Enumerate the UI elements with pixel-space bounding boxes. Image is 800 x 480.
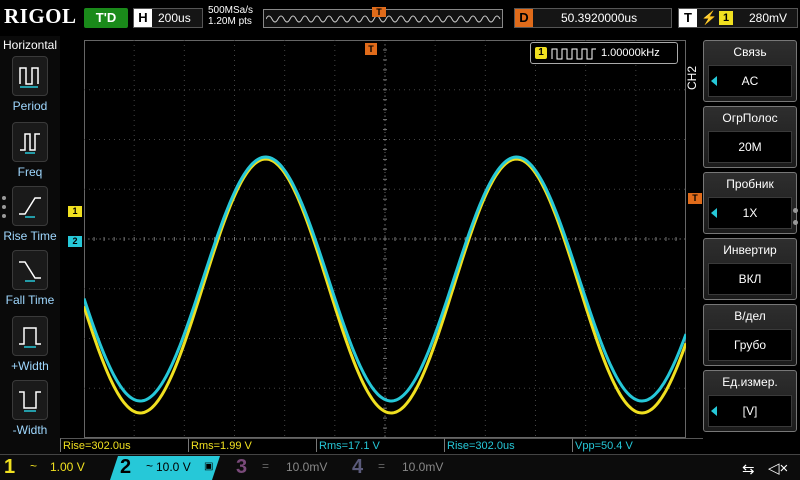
channel-number: 1 (4, 456, 16, 478)
trigger-level-marker[interactable]: T (688, 193, 702, 204)
waveform-display[interactable] (84, 40, 686, 438)
measure-label: -Width (12, 423, 48, 437)
ch4-status[interactable]: 4 = 10.0mV (348, 455, 458, 480)
coupling-icon: = (378, 459, 386, 473)
ch2-status[interactable]: 2 ~ 10.0 V ▣ (112, 455, 222, 480)
rising-edge-icon: ⚡ (701, 10, 718, 25)
top-status-bar: RIGOL T'D H 200us 500MSa/s 1.20M pts T D… (0, 0, 800, 36)
measurement-result: Rms=1.99 V (188, 438, 316, 452)
frequency-counter: 1 1.00000kHz (530, 42, 678, 64)
measure-label: Freq (17, 165, 43, 179)
coupling-icon: ~ (30, 459, 38, 473)
channel-scale: 10.0mV (286, 460, 328, 474)
memory-depth: 1.20M pts (208, 16, 252, 27)
period-icon (12, 56, 48, 96)
select-arrow-icon (711, 76, 717, 86)
panel-scroll-indicator (2, 196, 7, 223)
measure-label: Period (12, 99, 48, 113)
measurement-result: Rise=302.0us (444, 438, 572, 452)
menu-item-title: Ед.измер. (722, 375, 778, 389)
horizontal-delay-indicator[interactable]: D 50.3920000us (514, 8, 672, 28)
menu-item-value: AC (708, 65, 792, 97)
memory-trigger-marker: T (372, 7, 386, 17)
menu-item-value: 1X (708, 197, 792, 229)
square-wave-icon (551, 48, 596, 60)
units-menu-button[interactable]: Ед.измер. [V] (703, 370, 797, 432)
fall-time-icon (12, 250, 48, 290)
menu-page-dot (793, 208, 798, 213)
trigger-indicator[interactable]: T ⚡ 1 280mV (678, 8, 798, 28)
measure-label: +Width (11, 359, 49, 373)
menu-item-value: ВКЛ (708, 263, 792, 295)
menu-item-title: Связь (733, 45, 767, 59)
acquisition-info: 500MSa/s 1.20M pts (208, 5, 253, 27)
menu-item-value: [V] (708, 395, 792, 427)
coupling-menu-button[interactable]: Связь AC (703, 40, 797, 102)
measure-freq-button[interactable]: Freq (0, 122, 60, 186)
panel-title: Horizontal (3, 38, 58, 52)
channel-scale: 1.00 V (50, 460, 85, 474)
menu-item-title: ОгрПолос (722, 111, 778, 125)
timebase-letter: H (134, 9, 152, 27)
volts-div-menu-button[interactable]: В/дел Грубо (703, 304, 797, 366)
menu-item-title: В/дел (734, 309, 766, 323)
menu-item-value: Грубо (708, 329, 792, 361)
neg-width-icon (12, 380, 48, 420)
channel-status-bar: 1 ~ 1.00 V 2 ~ 10.0 V ▣ 3 = 10.0mV 4 = 1… (0, 454, 800, 480)
trigger-source: 1 (719, 11, 733, 25)
run-state-badge[interactable]: T'D (84, 8, 128, 28)
menu-item-title: Инвертир (723, 243, 777, 257)
ch1-offset-marker[interactable]: 1 (68, 206, 82, 217)
measure-label: Fall Time (5, 293, 55, 307)
probe-menu-button[interactable]: Пробник 1X (703, 172, 797, 234)
bandwidth-limit-icon: ▣ (204, 461, 214, 472)
trigger-letter: T (679, 9, 697, 27)
select-arrow-icon (711, 406, 717, 416)
counter-channel: 1 (535, 47, 547, 59)
rise-time-icon (12, 186, 48, 226)
freq-icon (12, 122, 48, 162)
channel-menu: Связь AC ОгрПолос 20M Пробник 1X Инверти… (703, 36, 800, 456)
measurement-result: Rise=302.0us (60, 438, 188, 452)
channel-number: 3 (236, 456, 248, 478)
measure-fall-time-button[interactable]: Fall Time (0, 250, 60, 314)
ch1-status[interactable]: 1 ~ 1.00 V (0, 455, 110, 480)
measurement-result: Vpp=50.4 V (572, 438, 703, 452)
timebase-value: 200us (158, 11, 191, 25)
measure-rise-time-button[interactable]: Rise Time (0, 186, 60, 250)
timebase-indicator[interactable]: H 200us (133, 8, 203, 28)
coupling-icon: ~ (146, 459, 154, 473)
channel-scale: 10.0mV (402, 460, 444, 474)
measure-period-button[interactable]: Period (0, 56, 60, 120)
waveform-grid (84, 40, 686, 438)
channel-scale: 10.0 V (156, 460, 191, 474)
brand-logo: RIGOL (4, 4, 77, 28)
coupling-icon: = (262, 459, 270, 473)
measure-neg-width-button[interactable]: -Width (0, 380, 60, 444)
usb-icon: ⇆ (742, 461, 755, 478)
speaker-muted-icon[interactable]: ◁× (768, 459, 788, 477)
select-arrow-icon (711, 208, 717, 218)
pos-width-icon (12, 316, 48, 356)
channel-number: 4 (352, 456, 364, 478)
measure-pos-width-button[interactable]: +Width (0, 316, 60, 380)
ch3-status[interactable]: 3 = 10.0mV (232, 455, 342, 480)
trigger-level: 280mV (749, 11, 788, 25)
sample-rate: 500MSa/s (208, 5, 254, 16)
delay-letter: D (515, 9, 533, 27)
measure-label: Rise Time (3, 229, 57, 243)
channel-number: 2 (120, 456, 132, 478)
measurement-results-bar: Rise=302.0us Rms=1.99 V Rms=17.1 V Rise=… (60, 438, 703, 452)
counter-value: 1.00000kHz (601, 47, 660, 59)
invert-menu-button[interactable]: Инвертир ВКЛ (703, 238, 797, 300)
measurement-result: Rms=17.1 V (316, 438, 444, 452)
bandwidth-limit-menu-button[interactable]: ОгрПолос 20M (703, 106, 797, 168)
horizontal-measure-panel: Horizontal Period Freq Rise Time Fall Ti… (0, 36, 60, 456)
menu-item-value: 20M (708, 131, 792, 163)
menu-item-title: Пробник (726, 177, 774, 191)
trigger-position-marker[interactable]: T (365, 43, 377, 55)
menu-page-dot (793, 220, 798, 225)
ch2-offset-marker[interactable]: 2 (68, 236, 82, 247)
delay-value: 50.3920000us (561, 11, 638, 25)
